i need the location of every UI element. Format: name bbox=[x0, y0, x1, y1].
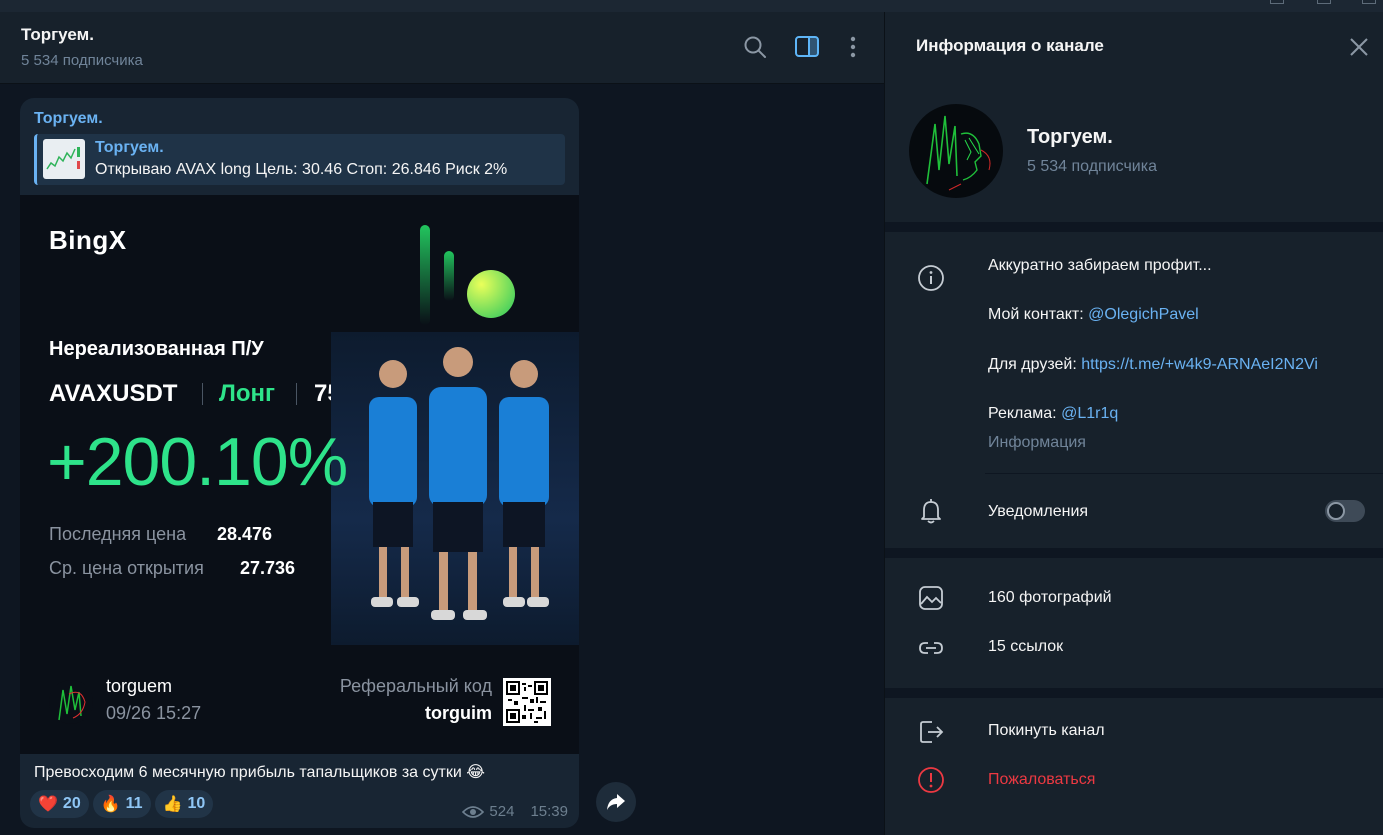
ads-row: Реклама: @L1r1q bbox=[988, 405, 1118, 423]
reply-preview[interactable]: Торгуем. Открываю AVAX long Цель: 30.46 … bbox=[34, 134, 565, 185]
decor-ball bbox=[467, 270, 515, 318]
channel-info-panel: Информация о канале Торгуем. 5 534 подпи… bbox=[884, 12, 1383, 835]
message-time: 15:39 bbox=[530, 803, 568, 820]
notifications-label: Уведомления bbox=[988, 503, 1089, 520]
window-title-bar bbox=[0, 0, 1383, 12]
divider bbox=[202, 383, 203, 405]
reply-text: Открываю AVAX long Цель: 30.46 Стоп: 26.… bbox=[95, 161, 508, 178]
message-author[interactable]: Торгуем. bbox=[34, 110, 103, 128]
pnl-card-image[interactable]: BingX Нереализованная П/У AVAXUSDT Лонг … bbox=[20, 195, 579, 754]
sidebar-toggle-icon[interactable] bbox=[794, 34, 820, 60]
open-price-label: Ср. цена открытия bbox=[49, 558, 204, 578]
panel-title: Информация о канале bbox=[916, 36, 1104, 55]
photo-icon bbox=[919, 586, 943, 610]
reaction-heart[interactable]: ❤️ 20 bbox=[30, 790, 89, 818]
decor-bar bbox=[420, 225, 430, 325]
reaction-thumbs-up[interactable]: 👍 10 bbox=[154, 790, 214, 818]
search-icon[interactable] bbox=[742, 34, 768, 60]
reaction-count: 11 bbox=[125, 795, 143, 812]
reply-title: Торгуем. bbox=[95, 139, 164, 156]
report-icon bbox=[918, 767, 944, 793]
minimize-icon[interactable] bbox=[1270, 0, 1284, 4]
qr-code bbox=[503, 678, 551, 726]
view-count: 524 bbox=[489, 803, 515, 820]
leave-icon bbox=[920, 721, 944, 743]
last-price-value: 28.476 bbox=[217, 524, 273, 544]
info-caption: Информация bbox=[988, 434, 1086, 451]
chat-header[interactable]: Торгуем. 5 534 подписчика bbox=[0, 12, 884, 84]
bell-icon bbox=[921, 499, 941, 524]
maximize-icon[interactable] bbox=[1317, 0, 1331, 4]
channel-name: Торгуем. bbox=[1027, 126, 1113, 148]
leave-channel-button[interactable]: Покинуть канал bbox=[988, 722, 1105, 740]
forward-icon bbox=[607, 794, 625, 810]
friends-row: Для друзей: https://t.me/+w4k9-ARNAeI2N2… bbox=[988, 356, 1318, 374]
more-vertical-icon[interactable] bbox=[840, 34, 866, 60]
card-username: torguem bbox=[106, 676, 173, 696]
contact-row: Мой контакт: @OlegichPavel bbox=[988, 306, 1199, 324]
chat-subscribers: 5 534 подписчика bbox=[21, 52, 143, 69]
info-icon bbox=[918, 265, 944, 291]
divider bbox=[985, 473, 1383, 474]
channel-avatar[interactable] bbox=[909, 104, 1003, 198]
contact-link[interactable]: @OlegichPavel bbox=[1088, 306, 1199, 323]
friends-label: Для друзей: bbox=[988, 356, 1082, 373]
message-bubble[interactable]: Торгуем. Торгуем. Открываю AVAX long Цел… bbox=[20, 98, 579, 828]
message-caption: Превосходим 6 месячную прибыль тапальщик… bbox=[34, 764, 485, 781]
window-close-icon[interactable] bbox=[1362, 0, 1376, 4]
close-icon[interactable] bbox=[1348, 36, 1370, 58]
card-datetime: 09/26 15:27 bbox=[106, 703, 202, 723]
pnl-percent: +200.10% bbox=[47, 424, 348, 500]
channel-subscribers: 5 534 подписчика bbox=[1027, 158, 1157, 175]
reply-thumbnail bbox=[43, 139, 85, 179]
ads-link[interactable]: @L1r1q bbox=[1061, 405, 1118, 422]
reaction-count: 10 bbox=[187, 795, 206, 812]
fire-icon: 🔥 bbox=[100, 796, 121, 813]
section-divider bbox=[885, 688, 1383, 698]
reactions-bar: ❤️ 20 🔥 11 👍 10 bbox=[30, 790, 214, 820]
link-icon bbox=[919, 642, 943, 654]
referral-label: Реферальный код bbox=[339, 676, 492, 696]
report-button[interactable]: Пожаловаться bbox=[988, 771, 1095, 789]
card-avatar bbox=[49, 680, 93, 724]
invite-link[interactable]: https://t.me/+w4k9-ARNAeI2N2Vi bbox=[1081, 356, 1318, 373]
decor-bar bbox=[444, 251, 454, 301]
side-label: Лонг bbox=[219, 380, 275, 407]
referral-code: torguim bbox=[425, 703, 492, 723]
reaction-count: 20 bbox=[62, 795, 81, 812]
eye-icon bbox=[462, 805, 485, 818]
heart-icon: ❤️ bbox=[38, 796, 58, 813]
players-photo bbox=[331, 332, 579, 645]
open-price-value: 27.736 bbox=[240, 558, 296, 578]
last-price-label: Последняя цена bbox=[49, 524, 187, 544]
ads-label: Реклама: bbox=[988, 405, 1062, 422]
section-divider bbox=[885, 548, 1383, 558]
reaction-fire[interactable]: 🔥 11 bbox=[92, 790, 151, 818]
channel-description: Аккуратно забираем профит... bbox=[988, 257, 1212, 274]
chat-title[interactable]: Торгуем. bbox=[21, 25, 94, 45]
thumbs-up-icon: 👍 bbox=[162, 796, 183, 813]
section-divider bbox=[885, 222, 1383, 232]
photos-row[interactable]: 160 фотографий bbox=[988, 589, 1112, 607]
links-row[interactable]: 15 ссылок bbox=[988, 638, 1063, 656]
pair-label: AVAXUSDT bbox=[49, 380, 178, 407]
bingx-logo: BingX bbox=[49, 225, 127, 255]
message-meta: 524 15:39 bbox=[462, 803, 568, 820]
chat-area: Торгуем. 5 534 подписчика Торгуем. Торгу… bbox=[0, 12, 884, 835]
forward-button[interactable] bbox=[596, 782, 636, 822]
notifications-toggle[interactable] bbox=[1325, 500, 1365, 522]
upnl-label: Нереализованная П/У bbox=[49, 338, 264, 360]
contact-label: Мой контакт: bbox=[988, 306, 1089, 323]
divider bbox=[296, 383, 297, 405]
toggle-knob bbox=[1327, 502, 1345, 520]
